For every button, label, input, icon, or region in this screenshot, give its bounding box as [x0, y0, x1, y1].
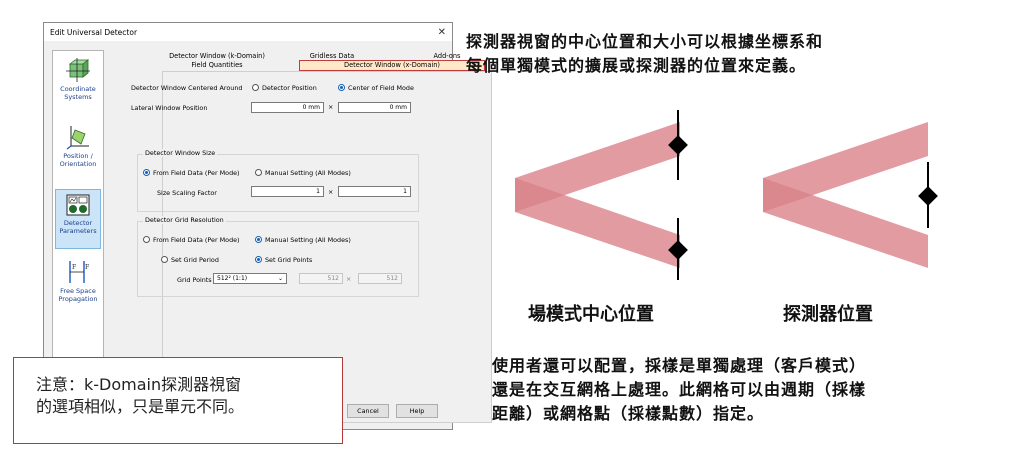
radio-grid-manual-setting[interactable] [255, 236, 262, 243]
radio-size-from-field-data[interactable] [143, 169, 150, 176]
grid-resolution-title: Detector Grid Resolution [143, 216, 226, 224]
dialog-titlebar: Edit Universal Detector ✕ [44, 23, 452, 41]
sidebar-label: Parameters [59, 227, 97, 235]
lateral-x-input[interactable]: 0 mm [251, 102, 324, 113]
size-scaling-label: Size Scaling Factor [157, 189, 217, 197]
size-from-field-label: From Field Data (Per Mode) [153, 169, 240, 177]
grid-points-label: Grid Points [177, 276, 212, 284]
detector-icon [66, 194, 90, 216]
note-line: 的選項相似，只是單元不同。 [36, 397, 245, 416]
top-description: 探測器視窗的中心位置和大小可以根據坐標系和 每個單獨模式的擴展或探測器的位置來定… [466, 30, 823, 78]
detector-position-label: Detector Position [262, 84, 317, 92]
radio-set-grid-points[interactable] [255, 256, 262, 263]
grid-manual-label: Manual Setting (All Modes) [265, 236, 351, 244]
detector-position-illustration [763, 122, 938, 268]
sidebar-label: Coordinate [60, 85, 96, 93]
beam-diagram [515, 110, 938, 280]
sidebar-label: Systems [64, 93, 92, 101]
set-grid-points-label: Set Grid Points [265, 256, 313, 264]
sidebar-item-position-orientation[interactable]: Position / Orientation [55, 121, 101, 181]
scaling-x-input[interactable]: 1 [251, 186, 324, 197]
sidebar-label: Position / [63, 152, 93, 160]
window-size-group [137, 154, 419, 212]
lateral-window-label: Lateral Window Position [131, 104, 208, 112]
tab-detector-window-x-domain[interactable]: Detector Window (x-Domain) [299, 60, 485, 71]
description-line: 距離）或網格點（採樣點數）指定。 [492, 404, 765, 423]
radio-set-grid-period[interactable] [161, 256, 168, 263]
lower-beam [515, 178, 680, 268]
center-field-mode-label: Center of Field Mode [348, 84, 414, 92]
sidebar-label: Propagation [58, 295, 98, 303]
set-grid-period-label: Set Grid Period [171, 256, 219, 264]
chevron-down-icon: ⌄ [277, 275, 283, 282]
tab-field-quantities[interactable]: Field Quantities [162, 61, 272, 69]
tab-detector-window-k-domain[interactable]: Detector Window (k-Domain) [162, 52, 272, 60]
grid-points-select-value: 512² (1:1) [217, 275, 248, 282]
cancel-button[interactable]: Cancel [347, 404, 389, 418]
lower-beam [763, 178, 928, 268]
grid-from-field-label: From Field Data (Per Mode) [153, 236, 240, 244]
centered-label: Detector Window Centered Around [131, 84, 243, 92]
size-manual-label: Manual Setting (All Modes) [265, 169, 351, 177]
description-line: 每個單獨模式的擴展或探測器的位置來定義。 [466, 56, 807, 75]
window-size-title: Detector Window Size [143, 149, 218, 157]
tab-gridless-data[interactable]: Gridless Data [292, 52, 372, 60]
bottom-description: 使用者還可以配置，採樣是單獨處理（客戶模式） 還是在交互網格上處理。此網格可以由… [492, 354, 866, 426]
sidebar-item-free-space-propagation[interactable]: F F Free Space Propagation [55, 256, 101, 316]
times-sign: × [328, 103, 334, 111]
tab-strip: Detector Window (k-Domain) Gridless Data… [162, 50, 493, 72]
free-space-icon: F F [69, 261, 89, 283]
description-line: 還是在交互網格上處理。此網格可以由週期（採樣 [492, 380, 867, 399]
dialog-title: Edit Universal Detector [50, 27, 138, 37]
note-line: 注意：k-Domain探測器視窗 [36, 375, 242, 394]
radio-size-manual-setting[interactable] [255, 169, 262, 176]
lateral-y-input[interactable]: 0 mm [338, 102, 411, 113]
caption-field-mode-center: 場模式中心位置 [528, 304, 654, 325]
help-button[interactable]: Help [396, 404, 438, 418]
svg-text:F: F [72, 264, 76, 271]
radio-detector-position[interactable] [252, 84, 259, 91]
grid-points-y-input[interactable]: 512 [358, 273, 402, 284]
detector-marker-icon [918, 186, 938, 206]
radio-center-of-field-mode[interactable] [338, 84, 345, 91]
caption-detector-position: 探測器位置 [783, 304, 873, 325]
sidebar-item-coordinate-systems[interactable]: Coordinate Systems [55, 54, 101, 114]
grid-points-select[interactable]: 512² (1:1) ⌄ [213, 273, 287, 284]
close-icon[interactable]: ✕ [438, 27, 446, 38]
svg-text:F: F [85, 264, 89, 271]
radio-grid-from-field-data[interactable] [143, 236, 150, 243]
sidebar-label: Detector [63, 219, 93, 227]
field-mode-center-illustration [515, 110, 688, 280]
grid-points-x-input[interactable]: 512 [299, 273, 343, 284]
times-sign: × [328, 188, 334, 196]
description-line: 使用者還可以配置，採樣是單獨處理（客戶模式） [492, 356, 867, 375]
note-box: 注意：k-Domain探測器視窗 的選項相似，只是單元不同。 [13, 357, 343, 444]
scaling-y-input[interactable]: 1 [338, 186, 411, 197]
position-orientation-icon [66, 126, 89, 150]
sidebar-label: Orientation [59, 160, 97, 168]
description-line: 探測器視窗的中心位置和大小可以根據坐標系和 [466, 32, 824, 51]
sidebar-item-detector-parameters[interactable]: Detector Parameters [55, 189, 101, 249]
times-sign: × [346, 275, 352, 283]
coordinate-cube-icon [66, 58, 90, 82]
sidebar-label: Free Space [60, 287, 96, 295]
